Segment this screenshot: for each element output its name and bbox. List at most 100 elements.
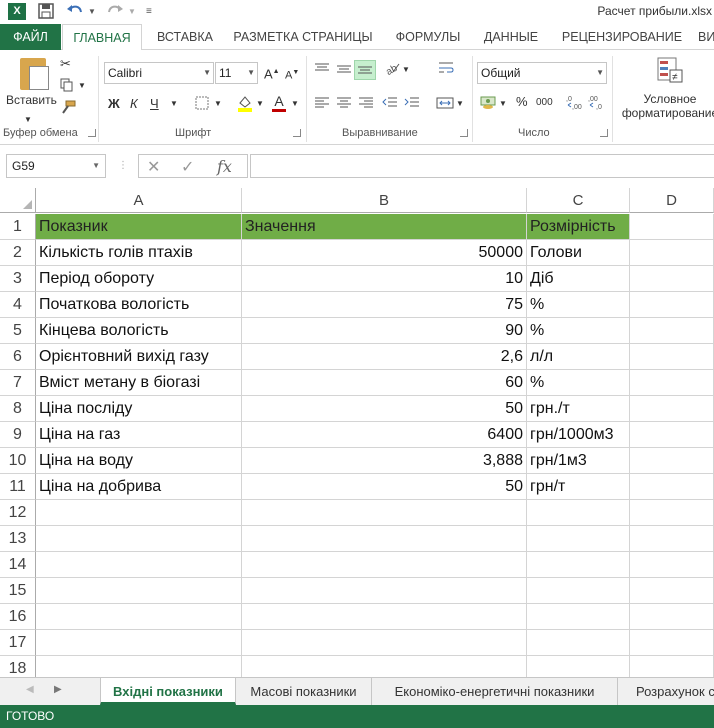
bold-button[interactable]: Ж: [108, 96, 120, 112]
row-header[interactable]: 1: [0, 214, 36, 240]
underline-button[interactable]: Ч: [150, 96, 159, 112]
cell-a[interactable]: Ціна на добрива: [36, 474, 242, 500]
cell-d[interactable]: [630, 214, 714, 240]
tab-data[interactable]: ДАННЫЕ: [478, 24, 544, 50]
fill-color-icon[interactable]: [236, 94, 254, 116]
cell-c[interactable]: л/л: [527, 344, 630, 370]
cell-b[interactable]: 60: [242, 370, 527, 396]
cell-a[interactable]: [36, 630, 242, 656]
currency-dropdown-icon[interactable]: ▼: [499, 96, 507, 112]
cell-b[interactable]: 50000: [242, 240, 527, 266]
paste-dropdown-icon[interactable]: ▼: [24, 112, 32, 128]
decrease-indent-icon[interactable]: [382, 96, 398, 114]
cell-d[interactable]: [630, 396, 714, 422]
shrink-font-button[interactable]: A▼: [285, 65, 299, 84]
redo-dropdown-icon[interactable]: ▼: [128, 3, 136, 21]
cell-b[interactable]: [242, 604, 527, 630]
format-painter-icon[interactable]: [60, 100, 76, 118]
cell-b[interactable]: 10: [242, 266, 527, 292]
customize-toolbar-icon[interactable]: ≡: [146, 3, 152, 21]
cell-d[interactable]: [630, 500, 714, 526]
row-header[interactable]: 17: [0, 630, 36, 656]
cell-c[interactable]: грн/1м3: [527, 448, 630, 474]
cell-b[interactable]: [242, 526, 527, 552]
formula-input[interactable]: [250, 154, 714, 178]
cell-b[interactable]: 50: [242, 396, 527, 422]
copy-icon[interactable]: [60, 78, 74, 96]
cell-c[interactable]: [527, 500, 630, 526]
sheet-tab-calculation[interactable]: Розрахунок с: [618, 678, 714, 705]
select-all-button[interactable]: [0, 188, 36, 213]
cell-d[interactable]: [630, 240, 714, 266]
conditional-formatting-button[interactable]: Условное форматирование: [615, 92, 714, 120]
cell-b[interactable]: [242, 552, 527, 578]
cell-d[interactable]: [630, 318, 714, 344]
cell-a[interactable]: [36, 604, 242, 630]
cell-d[interactable]: [630, 578, 714, 604]
cell-c[interactable]: грн/1000м3: [527, 422, 630, 448]
italic-button[interactable]: К: [130, 96, 138, 112]
cell-b[interactable]: 2,6: [242, 344, 527, 370]
font-color-dropdown-icon[interactable]: ▼: [291, 96, 299, 112]
align-center-icon[interactable]: [336, 96, 352, 114]
insert-function-icon[interactable]: fx: [217, 157, 232, 176]
cell-c[interactable]: [527, 630, 630, 656]
increase-indent-icon[interactable]: [404, 96, 420, 114]
cell-c[interactable]: грн./т: [527, 396, 630, 422]
row-header[interactable]: 5: [0, 318, 36, 344]
cell-d[interactable]: [630, 604, 714, 630]
cell-a[interactable]: Ціна на воду: [36, 448, 242, 474]
cell-a[interactable]: [36, 578, 242, 604]
borders-dropdown-icon[interactable]: ▼: [214, 96, 222, 112]
cell-c[interactable]: %: [527, 292, 630, 318]
align-left-icon[interactable]: [314, 96, 330, 114]
cell-c[interactable]: [527, 526, 630, 552]
cell-b[interactable]: Значення: [242, 214, 527, 240]
orientation-dropdown-icon[interactable]: ▼: [402, 62, 410, 78]
font-name-select[interactable]: Calibri ▼: [104, 62, 214, 84]
cell-a[interactable]: Початкова вологість: [36, 292, 242, 318]
cell-c[interactable]: Діб: [527, 266, 630, 292]
cancel-icon[interactable]: ✕: [147, 157, 160, 177]
row-header[interactable]: 12: [0, 500, 36, 526]
sheet-tab-mass[interactable]: Масові показники: [236, 678, 372, 705]
tab-home[interactable]: ГЛАВНАЯ: [62, 24, 142, 51]
column-header-b[interactable]: B: [242, 188, 527, 213]
cell-d[interactable]: [630, 552, 714, 578]
paste-button[interactable]: Вставить: [6, 93, 57, 107]
merge-dropdown-icon[interactable]: ▼: [456, 96, 464, 112]
row-header[interactable]: 2: [0, 240, 36, 266]
align-top-icon[interactable]: [314, 62, 330, 80]
conditional-formatting-icon[interactable]: ≠: [656, 56, 684, 88]
row-header[interactable]: 13: [0, 526, 36, 552]
percent-button[interactable]: %: [516, 94, 528, 110]
cell-a[interactable]: Кількість голів птахів: [36, 240, 242, 266]
align-middle-icon[interactable]: [336, 62, 352, 80]
wrap-text-icon[interactable]: [438, 60, 454, 80]
cut-icon[interactable]: ✂: [60, 56, 71, 72]
tab-insert[interactable]: ВСТАВКА: [150, 24, 220, 50]
sheet-tab-economic[interactable]: Економіко-енергетичні показники: [372, 678, 618, 705]
cell-b[interactable]: 50: [242, 474, 527, 500]
align-bottom-icon[interactable]: [354, 60, 376, 80]
cell-c[interactable]: [527, 578, 630, 604]
cell-c[interactable]: [527, 552, 630, 578]
decrease-decimal-icon[interactable]: ,00,0: [588, 94, 608, 114]
font-color-icon[interactable]: A: [272, 93, 286, 112]
scroll-tabs-right-icon[interactable]: ▶: [54, 684, 62, 695]
cell-b[interactable]: 6400: [242, 422, 527, 448]
number-launcher-icon[interactable]: [600, 129, 608, 137]
row-header[interactable]: 7: [0, 370, 36, 396]
cell-a[interactable]: Вміст метану в біогазі: [36, 370, 242, 396]
merge-center-icon[interactable]: [436, 96, 454, 114]
cell-b[interactable]: 75: [242, 292, 527, 318]
cell-a[interactable]: [36, 526, 242, 552]
cell-a[interactable]: Орієнтовний вихід газу: [36, 344, 242, 370]
thousands-button[interactable]: 000: [536, 95, 553, 111]
fill-color-dropdown-icon[interactable]: ▼: [256, 96, 264, 112]
tab-review[interactable]: РЕЦЕНЗИРОВАНИЕ: [552, 24, 692, 50]
cell-a[interactable]: Період обороту: [36, 266, 242, 292]
row-header[interactable]: 14: [0, 552, 36, 578]
row-header[interactable]: 9: [0, 422, 36, 448]
cell-d[interactable]: [630, 266, 714, 292]
